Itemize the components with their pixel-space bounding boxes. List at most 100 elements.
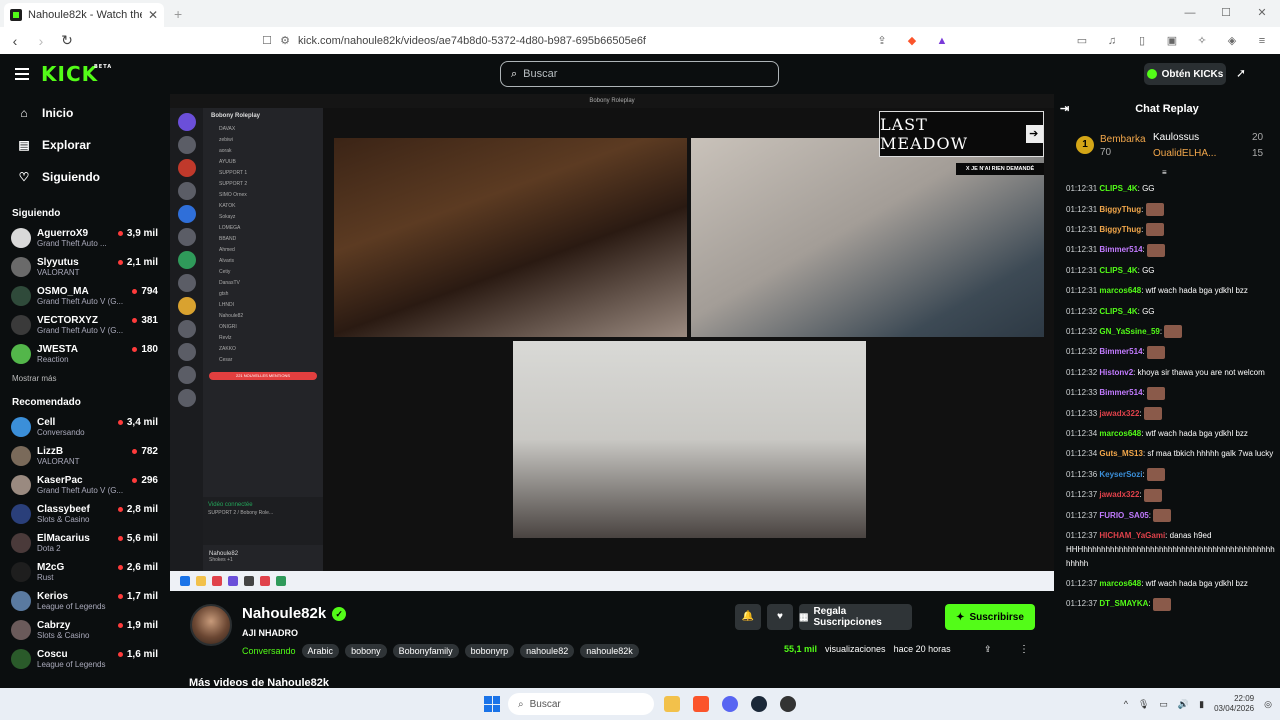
sidebar-channel[interactable]: KaserPac Grand Theft Auto V (G... 296	[0, 470, 170, 499]
tag-chip[interactable]: bobonyrp	[464, 644, 515, 658]
hamburger-menu-icon[interactable]	[15, 68, 29, 80]
chat-username[interactable]: GN_YaSsine_59	[1099, 327, 1159, 336]
more-options-icon[interactable]: ⋮	[1019, 644, 1029, 655]
discord-icon[interactable]	[722, 696, 738, 712]
tag-chip[interactable]: nahoule82	[520, 644, 575, 658]
collapse-chat-icon[interactable]: ⇥	[1060, 102, 1069, 115]
chat-username[interactable]: CLIPS_4K	[1099, 307, 1137, 316]
chat-username[interactable]: KeyserSozi	[1099, 470, 1142, 479]
gift-subs-button[interactable]: ▦ Regala Suscripciones	[799, 604, 912, 630]
chat-username[interactable]: Bimmer514	[1099, 245, 1142, 254]
tag-chip[interactable]: bobony	[345, 644, 387, 658]
file-explorer-icon[interactable]	[664, 696, 680, 712]
chat-username[interactable]: DT_SMAYKA	[1099, 599, 1148, 608]
leo-icon[interactable]: ✧	[1192, 33, 1212, 49]
leader-name[interactable]: OualidELHA...	[1153, 148, 1216, 159]
back-icon[interactable]: ‹	[4, 33, 26, 49]
chat-username[interactable]: CLIPS_4K	[1099, 266, 1137, 275]
chat-username[interactable]: BiggyThug	[1099, 225, 1141, 234]
sidebar-channel[interactable]: LizzB VALORANT 782	[0, 441, 170, 470]
chat-username[interactable]: BiggyThug	[1099, 205, 1141, 214]
rewards-icon[interactable]: ▲	[932, 33, 952, 49]
video-player[interactable]: Bobony Roleplay Bobony Roleplay DAVAX zeb…	[170, 94, 1054, 591]
chat-username[interactable]: Bimmer514	[1099, 388, 1142, 397]
sidebar-channel[interactable]: OSMO_MA Grand Theft Auto V (G... 794	[0, 281, 170, 310]
bookmark-icon[interactable]: ☐	[258, 34, 276, 47]
sidebar-item-explore[interactable]: ▤ Explorar	[0, 129, 170, 161]
chat-username[interactable]: Histonv2	[1099, 368, 1133, 377]
url-text[interactable]: kick.com/nahoule82k/videos/ae74b8d0-5372…	[298, 35, 646, 47]
windows-start-icon[interactable]	[484, 696, 500, 712]
chat-username[interactable]: Guts_MS13	[1099, 449, 1143, 458]
microphone-icon[interactable]: 🎙	[1138, 699, 1149, 710]
os-search-box[interactable]: ⌕ Buscar	[508, 693, 654, 715]
chat-username[interactable]: marcos648	[1099, 429, 1141, 438]
sidebar-channel[interactable]: Cabrzy Slots & Casino 1,9 mil	[0, 615, 170, 644]
chat-username[interactable]: marcos648	[1099, 286, 1141, 295]
brave-shield-icon[interactable]: ◆	[902, 33, 922, 49]
sidebar-channel[interactable]: Coscu League of Legends 1,6 mil	[0, 644, 170, 673]
maximize-icon[interactable]: ☐	[1208, 0, 1244, 27]
minimize-icon[interactable]: —	[1172, 0, 1208, 27]
tag-chip[interactable]: Bobonyfamily	[392, 644, 459, 658]
chat-username[interactable]: Bimmer514	[1099, 347, 1142, 356]
show-more-link[interactable]: Mostrar más	[0, 368, 170, 390]
chat-username[interactable]: HICHAM_YaGami	[1099, 531, 1165, 540]
sidebar-channel[interactable]: Slyyutus VALORANT 2,1 mil	[0, 252, 170, 281]
sidebar-toggle-icon[interactable]: ▯	[1132, 33, 1152, 49]
chat-username[interactable]: FURIO_SA05	[1099, 511, 1148, 520]
site-info-icon[interactable]: ⚙	[276, 34, 294, 47]
chevron-up-icon[interactable]: ^	[1124, 699, 1128, 709]
notifications-icon[interactable]: ◎	[1264, 699, 1272, 710]
vpn-icon[interactable]: ◈	[1222, 33, 1242, 49]
menu-icon[interactable]: ≡	[1252, 33, 1272, 49]
tag-chip[interactable]: nahoule82k	[580, 644, 639, 658]
kick-logo[interactable]: KICK BETA	[41, 62, 111, 86]
subscribe-button[interactable]: ✦ Suscribirse	[945, 604, 1035, 630]
brave-browser-icon[interactable]	[693, 696, 709, 712]
volume-icon[interactable]: 🔊	[1178, 699, 1189, 710]
network-icon[interactable]: ▭	[1159, 699, 1168, 710]
battery-icon[interactable]: ▮	[1199, 699, 1204, 710]
get-kicks-button[interactable]: Obtén KICKs	[1144, 63, 1226, 85]
sidebar-channel[interactable]: Classybeef Slots & Casino 2,8 mil	[0, 499, 170, 528]
browser-tab[interactable]: Nahoule82k - Watch the VOD ✕	[4, 3, 164, 27]
wallet-icon[interactable]: ▣	[1162, 33, 1182, 49]
sidebar-channel[interactable]: Cell Conversando 3,4 mil	[0, 412, 170, 441]
notification-bell-button[interactable]: 🔔	[735, 604, 761, 630]
music-icon[interactable]: ♫	[1102, 33, 1122, 49]
sidebar-channel[interactable]: ElMacarius Dota 2 5,6 mil	[0, 528, 170, 557]
chat-username[interactable]: jawadx322	[1099, 490, 1139, 499]
chat-username[interactable]: jawadx322	[1099, 409, 1139, 418]
close-tab-icon[interactable]: ✕	[148, 8, 158, 22]
share-icon[interactable]: ⇪	[872, 33, 892, 49]
streamer-name[interactable]: Nahoule82k ✓	[242, 605, 347, 622]
sidebar-channel[interactable]: Kerios League of Legends 1,7 mil	[0, 586, 170, 615]
sidebar-channel[interactable]: AguerroX9 Grand Theft Auto ... 3,9 mil	[0, 223, 170, 252]
sidebar-channel[interactable]: JWESTA Reaction 180	[0, 339, 170, 368]
reload-icon[interactable]: ↻	[56, 32, 78, 49]
forward-icon[interactable]: ›	[30, 33, 52, 49]
sidebar-channel[interactable]: M2cG Rust 2,6 mil	[0, 557, 170, 586]
share-icon[interactable]: ⇪	[984, 644, 992, 655]
streamer-avatar[interactable]	[190, 604, 232, 646]
close-window-icon[interactable]: ✕	[1244, 0, 1280, 27]
pin-icon[interactable]: ➚	[1236, 66, 1246, 80]
steam-icon[interactable]	[751, 696, 767, 712]
chat-username[interactable]: CLIPS_4K	[1099, 184, 1137, 193]
filter-icon[interactable]: ≡	[1162, 168, 1167, 177]
new-tab-icon[interactable]: +	[174, 6, 182, 22]
tag-chip[interactable]: Arabic	[301, 644, 340, 658]
app-icon[interactable]	[780, 696, 796, 712]
sidebar-channel[interactable]: VECTORXYZ Grand Theft Auto V (G... 381	[0, 310, 170, 339]
sidebar-item-following[interactable]: ♡ Siguiendo	[0, 161, 170, 193]
follow-heart-button[interactable]: ♥	[767, 604, 793, 630]
chat-username[interactable]: marcos648	[1099, 579, 1141, 588]
screenshot-icon[interactable]: ▭	[1072, 33, 1092, 49]
search-input[interactable]: ⌕ Buscar	[500, 61, 779, 87]
clock[interactable]: 22:09 03/04/2026	[1214, 694, 1254, 714]
leader-name[interactable]: Kaulossus	[1153, 132, 1199, 143]
category-link[interactable]: Conversando	[242, 646, 296, 656]
leader-name[interactable]: Bembarka	[1100, 134, 1146, 145]
sidebar-item-home[interactable]: ⌂ Inicio	[0, 97, 170, 129]
